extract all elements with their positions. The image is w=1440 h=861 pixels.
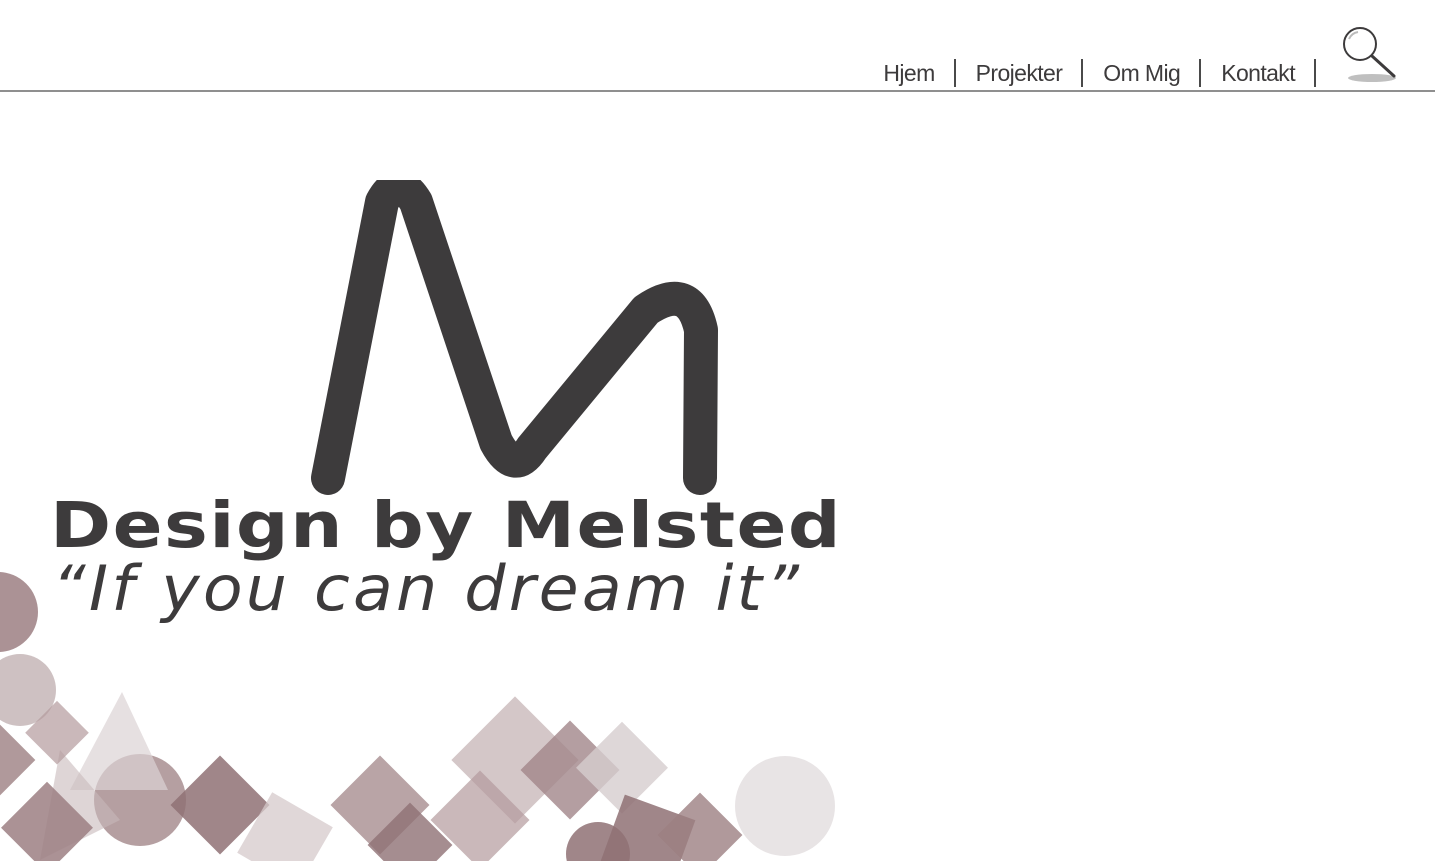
nav-link-hjem[interactable]: Hjem (883, 59, 956, 87)
logo-m-mark (311, 180, 718, 495)
main-nav: Hjem Projekter Om Mig Kontakt (883, 58, 1316, 88)
nav-link-kontakt[interactable]: Kontakt (1201, 59, 1316, 87)
hero-section: Design by Melsted “If you can dream it” (0, 92, 1440, 861)
nav-link-om-mig[interactable]: Om Mig (1083, 59, 1202, 87)
page: Hjem Projekter Om Mig Kontakt Design by … (0, 0, 1440, 861)
brand-tagline: “If you can dream it” (52, 552, 803, 625)
magnifying-glass-icon (1343, 27, 1396, 82)
site-header: Hjem Projekter Om Mig Kontakt (0, 0, 1435, 92)
search-button[interactable] (1336, 22, 1402, 86)
nav-link-projekter[interactable]: Projekter (956, 59, 1084, 87)
